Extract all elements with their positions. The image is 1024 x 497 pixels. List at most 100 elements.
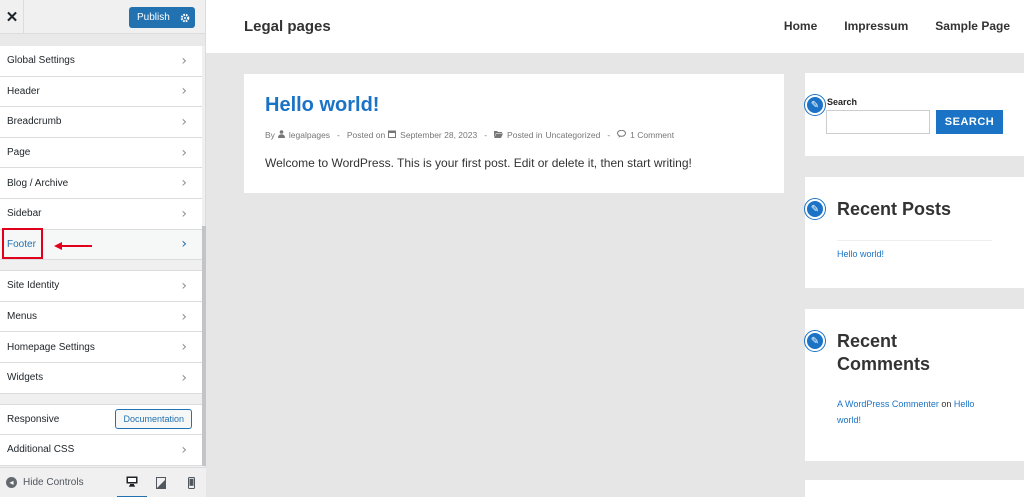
panel-global-settings[interactable]: Global Settings ›: [0, 46, 202, 77]
panel-separator: [0, 393, 202, 405]
panel-blog-archive[interactable]: Blog / Archive ›: [0, 168, 202, 199]
recent-post-link[interactable]: Hello world!: [837, 246, 884, 262]
chevron-right-icon: ›: [181, 339, 187, 356]
close-icon[interactable]: ✕: [0, 0, 24, 34]
site-title[interactable]: Legal pages: [244, 18, 331, 35]
sidebar-spacer: [0, 34, 205, 46]
search-widget: ✎ Search SEARCH: [805, 73, 1024, 156]
comment-post-link[interactable]: Hello: [954, 399, 975, 409]
search-input[interactable]: [826, 110, 930, 134]
hide-controls-label: Hide Controls: [23, 477, 84, 488]
panel-label: Menus: [7, 311, 38, 323]
comment-icon: [617, 129, 627, 140]
recent-comments-widget: ✎ Recent Comments A WordPress Commenter …: [805, 309, 1024, 461]
recent-comments-title-line1: Recent: [837, 331, 898, 351]
panel-label: Responsive: [7, 413, 60, 425]
mobile-icon[interactable]: [176, 468, 206, 497]
posted-in-label: Posted in: [507, 130, 543, 140]
by-label: By: [265, 130, 275, 140]
meta-separator: -: [337, 130, 340, 140]
panel-breadcrumb[interactable]: Breadcrumb ›: [0, 107, 202, 138]
panel-label: Additional CSS: [7, 444, 75, 456]
panel-label: Homepage Settings: [7, 341, 95, 353]
customizer-header: ✕ Publish: [0, 0, 205, 34]
panel-widgets[interactable]: Widgets ›: [0, 362, 202, 394]
publish-button[interactable]: Publish: [129, 7, 195, 28]
post-meta: By legalpages - Posted on September 28, …: [265, 129, 674, 140]
search-button[interactable]: SEARCH: [936, 110, 1003, 134]
nav-sample-page[interactable]: Sample Page: [935, 19, 1010, 33]
panel-homepage-settings[interactable]: Homepage Settings ›: [0, 332, 202, 363]
next-widget: [805, 480, 1024, 497]
panel-label: Site Identity: [7, 280, 60, 292]
panel-page[interactable]: Page ›: [0, 137, 202, 169]
collapse-icon: ◂: [6, 477, 17, 488]
panel-label: Page: [7, 147, 31, 159]
recent-comments-title-line2: Comments: [837, 354, 931, 374]
chevron-right-icon: ›: [181, 113, 187, 130]
site-header: Legal pages Home Impressum Sample Page: [206, 0, 1024, 53]
panel-label: Sidebar: [7, 208, 42, 220]
annotation-arrow-icon: [54, 242, 92, 250]
meta-separator: -: [484, 130, 488, 140]
chevron-right-icon: ›: [181, 277, 187, 294]
post-card: Hello world! By legalpages - Posted on S…: [244, 74, 784, 193]
panel-header[interactable]: Header ›: [0, 76, 202, 108]
recent-posts-title: Recent Posts: [837, 199, 952, 219]
edit-pencil-icon[interactable]: ✎: [805, 95, 825, 115]
edit-pencil-icon[interactable]: ✎: [805, 199, 825, 219]
author-link[interactable]: legalpages: [289, 130, 330, 140]
tablet-icon[interactable]: [147, 468, 177, 497]
primary-nav: Home Impressum Sample Page: [784, 19, 1010, 33]
recent-posts-widget: ✎ Recent Posts Hello world!: [805, 177, 1024, 288]
meta-separator: -: [607, 130, 611, 140]
customizer-footer: ◂ Hide Controls: [0, 467, 206, 497]
edit-pencil-icon[interactable]: ✎: [805, 331, 825, 351]
post-title[interactable]: Hello world!: [265, 94, 379, 117]
panel-label: Breadcrumb: [7, 116, 62, 128]
comment-author-link[interactable]: A WordPress Commenter: [837, 399, 939, 409]
calendar-icon: [388, 130, 397, 140]
widget-divider: [837, 240, 992, 241]
panel-separator: [0, 260, 202, 272]
site-preview: Legal pages Home Impressum Sample Page H…: [206, 0, 1024, 497]
on-label: on: [941, 399, 952, 409]
panel-site-identity[interactable]: Site Identity ›: [0, 271, 202, 302]
search-label: Search: [827, 97, 858, 107]
chevron-right-icon: ›: [181, 52, 187, 69]
panel-additional-css[interactable]: Additional CSS ›: [0, 435, 202, 466]
nav-home[interactable]: Home: [784, 19, 817, 33]
chevron-right-icon: ›: [181, 369, 187, 386]
chevron-right-icon: ›: [181, 205, 187, 222]
post-excerpt: Welcome to WordPress. This is your first…: [265, 156, 692, 170]
post-date[interactable]: September 28, 2023: [400, 130, 477, 140]
nav-impressum[interactable]: Impressum: [844, 19, 908, 33]
chevron-right-icon: ›: [181, 441, 187, 458]
chevron-right-icon: ›: [181, 144, 187, 161]
highlight-box: [2, 228, 43, 259]
panel-label: Blog / Archive: [7, 177, 69, 189]
folder-icon: [494, 130, 504, 140]
panel-label: Header: [7, 85, 40, 97]
panel-menus[interactable]: Menus ›: [0, 301, 202, 333]
publish-label[interactable]: Publish: [129, 12, 174, 23]
hide-controls-button[interactable]: ◂ Hide Controls: [0, 477, 117, 488]
chevron-right-icon: ›: [181, 236, 187, 253]
comments-link[interactable]: 1 Comment: [630, 130, 674, 140]
chevron-right-icon: ›: [181, 175, 187, 192]
customizer-sidebar: ✕ Publish Global Settings › Header › Bread…: [0, 0, 206, 497]
panel-label: Widgets: [7, 372, 44, 384]
user-icon: [277, 130, 285, 140]
desktop-icon[interactable]: [116, 468, 147, 497]
panel-label: Global Settings: [7, 55, 75, 67]
chevron-right-icon: ›: [181, 308, 187, 325]
panel-responsive: Responsive Documentation: [0, 404, 202, 436]
recent-comment-entry: A WordPress Commenter on Hello: [837, 396, 974, 412]
posted-on-label: Posted on: [346, 130, 386, 140]
chevron-right-icon: ›: [181, 83, 187, 100]
documentation-button[interactable]: Documentation: [115, 409, 192, 430]
gear-icon[interactable]: [174, 7, 195, 28]
panel-sidebar[interactable]: Sidebar ›: [0, 198, 202, 230]
comment-post-link-line2[interactable]: world!: [837, 412, 861, 428]
category-link[interactable]: Uncategorized: [546, 130, 601, 140]
